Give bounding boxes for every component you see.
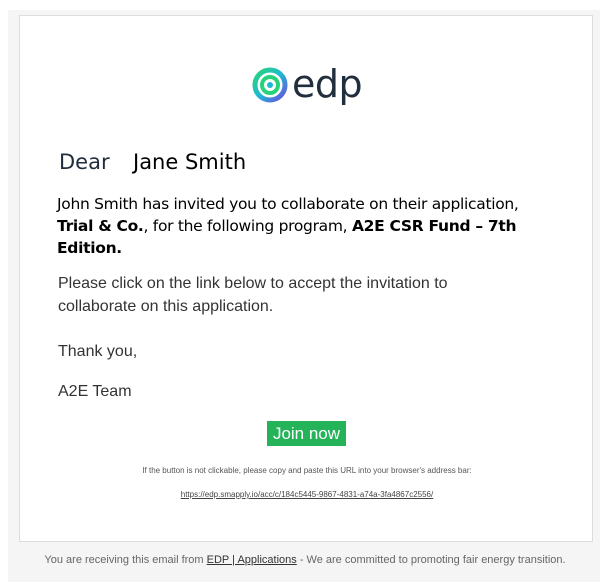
greeting-dear: Dear bbox=[59, 150, 110, 174]
invitation-url-link[interactable]: https://edp.smapply.io/acc/c/184c5445-98… bbox=[0, 490, 602, 499]
instructions-text: Please click on the link below to accept… bbox=[58, 275, 448, 315]
footer-suffix: - We are committed to promoting fair ene… bbox=[299, 554, 566, 566]
footer-prefix: You are receiving this email from bbox=[44, 554, 204, 566]
email-footer: You are receiving this email from EDP | … bbox=[40, 552, 570, 569]
recipient-name: Jane Smith bbox=[133, 150, 247, 174]
invitation-text: John Smith has invited you to collaborat… bbox=[57, 193, 557, 259]
application-name: Trial & Co. bbox=[57, 217, 144, 235]
signature-text: A2E Team bbox=[58, 383, 132, 400]
fallback-hint: If the button is not clickable, please c… bbox=[142, 466, 472, 475]
intro-prefix: John Smith has invited you to collaborat… bbox=[57, 195, 519, 213]
edp-logo-text: edp bbox=[292, 62, 363, 106]
intro-middle: , for the following program, bbox=[143, 217, 348, 235]
edp-applications-link[interactable]: EDP | Applications bbox=[207, 554, 297, 566]
thanks-text: Thank you, bbox=[58, 343, 138, 360]
join-now-button[interactable]: Join now bbox=[267, 421, 346, 446]
